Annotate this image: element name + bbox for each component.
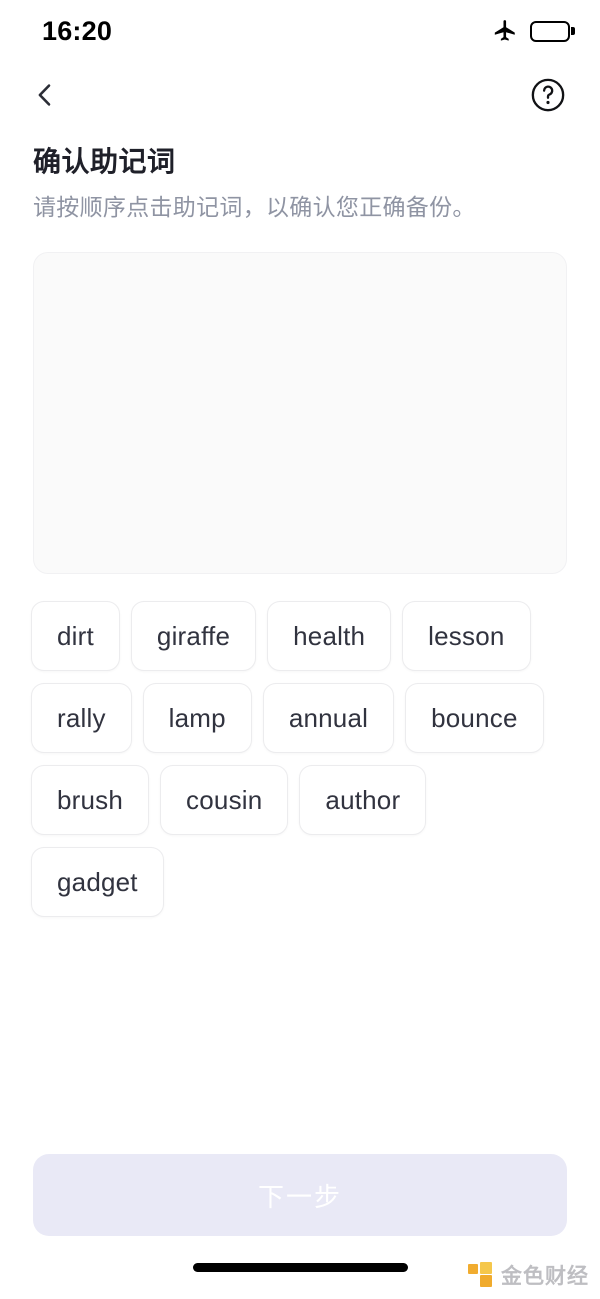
watermark: 金色财经 <box>468 1260 589 1290</box>
status-time: 16:20 <box>42 15 113 46</box>
word-bank: dirt giraffe health lesson rally lamp annual bo… <box>31 601 570 918</box>
word-chip[interactable]: lesson <box>402 601 531 672</box>
chevron-left-icon <box>30 80 60 110</box>
page-title: 确认助记词 <box>33 146 176 177</box>
status-indicators <box>492 18 575 44</box>
selected-words-panel[interactable] <box>33 252 567 575</box>
word-chip[interactable]: giraffe <box>130 601 257 672</box>
word-chip[interactable]: brush <box>31 765 150 836</box>
navigation-bar <box>0 62 600 128</box>
word-chip[interactable]: gadget <box>31 847 164 918</box>
page-subtitle: 请按顺序点击助记词，以确认您正确备份。 <box>33 194 476 220</box>
jinse-logo-icon <box>468 1262 494 1288</box>
app-screen: 16:20 确认助记词 请按顺序点击助记词，以确认您正确备份。 dirt gir… <box>0 0 600 1299</box>
layout-spacer <box>0 917 600 1154</box>
word-chip[interactable]: annual <box>262 683 395 754</box>
help-circle-icon <box>530 77 566 113</box>
airplane-mode-icon <box>492 18 518 44</box>
word-chip[interactable]: bounce <box>405 683 544 754</box>
header-block: 确认助记词 请按顺序点击助记词，以确认您正确备份。 <box>0 128 600 223</box>
back-button[interactable] <box>22 72 68 118</box>
next-button[interactable]: 下一步 <box>33 1154 567 1236</box>
help-button[interactable] <box>528 75 568 115</box>
word-chip[interactable]: author <box>299 765 427 836</box>
word-chip[interactable]: rally <box>31 683 132 754</box>
battery-icon <box>530 20 575 42</box>
word-chip[interactable]: cousin <box>160 765 289 836</box>
word-chip[interactable]: dirt <box>31 601 120 672</box>
word-chip[interactable]: health <box>267 601 392 672</box>
word-chip[interactable]: lamp <box>142 683 252 754</box>
status-bar: 16:20 <box>0 0 600 62</box>
home-indicator[interactable] <box>192 1263 408 1272</box>
watermark-text: 金色财经 <box>501 1265 589 1288</box>
